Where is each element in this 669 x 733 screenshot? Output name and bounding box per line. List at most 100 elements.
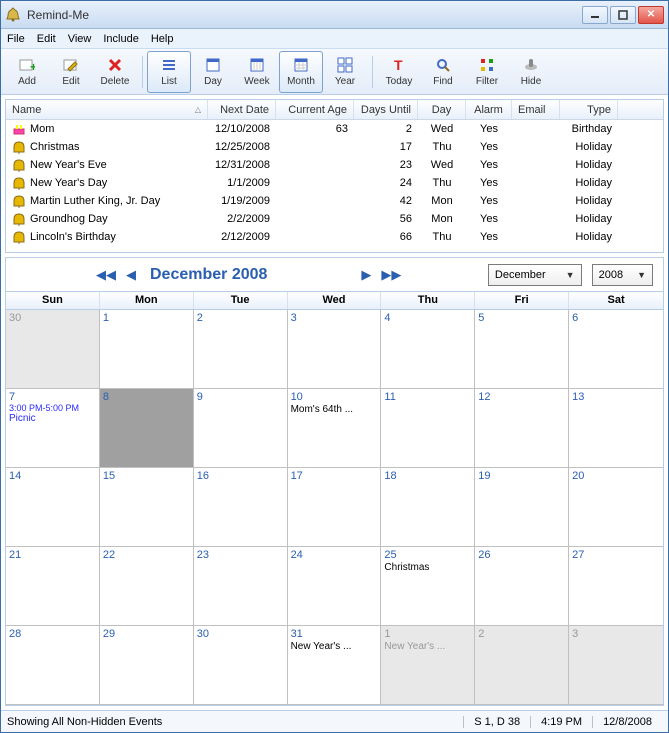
table-row[interactable]: New Year's Eve12/31/200823WedYesHoliday <box>6 156 663 174</box>
calendar-cell[interactable]: 6 <box>569 310 663 389</box>
col-name[interactable]: Name△ <box>6 100 208 119</box>
table-row[interactable]: Mom12/10/2008632WedYesBirthday <box>6 120 663 138</box>
toolbar: +Add Edit Delete List Day Week Month Yea… <box>1 49 668 95</box>
year-select[interactable]: 2008▼ <box>592 264 653 286</box>
col-email[interactable]: Email <box>512 100 560 119</box>
minimize-button[interactable] <box>582 6 608 24</box>
toolbar-separator <box>139 52 145 92</box>
status-time: 4:19 PM <box>530 716 592 728</box>
holiday-icon <box>12 194 26 208</box>
list-view-button[interactable]: List <box>147 51 191 93</box>
menu-include[interactable]: Include <box>103 33 138 45</box>
col-alarm[interactable]: Alarm <box>466 100 512 119</box>
table-row[interactable]: Christmas12/25/200817ThuYesHoliday <box>6 138 663 156</box>
calendar-cell[interactable]: 73:00 PM-5:00 PMPicnic <box>6 389 100 468</box>
find-button[interactable]: Find <box>421 51 465 93</box>
delete-button[interactable]: Delete <box>93 51 137 93</box>
year-icon <box>335 56 355 74</box>
menu-edit[interactable]: Edit <box>37 33 56 45</box>
day-header: Fri <box>475 292 569 309</box>
today-icon: T <box>389 56 409 74</box>
calendar-cell[interactable]: 14 <box>6 468 100 547</box>
calendar-cell[interactable]: 23 <box>194 547 288 626</box>
calendar-cell[interactable]: 3 <box>569 626 663 705</box>
week-view-button[interactable]: Week <box>235 51 279 93</box>
col-days-until[interactable]: Days Until <box>354 100 418 119</box>
calendar-cell[interactable]: 8 <box>100 389 194 468</box>
calendar-cell[interactable]: 18 <box>381 468 475 547</box>
today-button[interactable]: TToday <box>377 51 421 93</box>
calendar-cell[interactable]: 3 <box>288 310 382 389</box>
calendar-cell[interactable]: 1 <box>100 310 194 389</box>
calendar-cell[interactable]: 16 <box>194 468 288 547</box>
plus-icon: + <box>17 56 37 74</box>
window-title: Remind-Me <box>27 8 582 22</box>
calendar-cell[interactable]: 30 <box>6 310 100 389</box>
calendar-cell[interactable]: 5 <box>475 310 569 389</box>
day-header: Sun <box>6 292 100 309</box>
calendar-cell[interactable]: 10Mom's 64th ... <box>288 389 382 468</box>
calendar-cell[interactable]: 17 <box>288 468 382 547</box>
calendar-cell[interactable]: 25Christmas <box>381 547 475 626</box>
calendar-day-headers: SunMonTueWedThuFriSat <box>6 292 663 310</box>
calendar-cell[interactable]: 4 <box>381 310 475 389</box>
col-next-date[interactable]: Next Date <box>208 100 276 119</box>
app-window: Remind-Me ✕ File Edit View Include Help … <box>0 0 669 733</box>
calendar-cell[interactable]: 27 <box>569 547 663 626</box>
prev-year-button[interactable]: ◀◀ <box>96 267 116 283</box>
day-header: Mon <box>100 292 194 309</box>
holiday-icon <box>12 212 26 226</box>
calendar-cell[interactable]: 26 <box>475 547 569 626</box>
menu-view[interactable]: View <box>68 33 92 45</box>
calendar-cell[interactable]: 30 <box>194 626 288 705</box>
calendar-cell[interactable]: 11 <box>381 389 475 468</box>
filter-button[interactable]: Filter <box>465 51 509 93</box>
calendar-cell[interactable]: 19 <box>475 468 569 547</box>
delete-icon <box>105 56 125 74</box>
calendar-cell[interactable]: 15 <box>100 468 194 547</box>
table-row[interactable]: New Year's Day1/1/200924ThuYesHoliday <box>6 174 663 192</box>
col-day[interactable]: Day <box>418 100 466 119</box>
maximize-button[interactable] <box>610 6 636 24</box>
hide-button[interactable]: Hide <box>509 51 553 93</box>
calendar-cell[interactable]: 2 <box>194 310 288 389</box>
month-view-button[interactable]: Month <box>279 51 323 93</box>
col-type[interactable]: Type <box>560 100 618 119</box>
table-row[interactable]: Lincoln's Birthday2/12/200966ThuYesHolid… <box>6 228 663 246</box>
list-icon <box>159 56 179 74</box>
next-month-button[interactable]: ▶ <box>361 267 371 283</box>
svg-text:T: T <box>394 57 403 73</box>
menu-help[interactable]: Help <box>151 33 174 45</box>
calendar-cell[interactable]: 1New Year's ... <box>381 626 475 705</box>
calendar-cell[interactable]: 9 <box>194 389 288 468</box>
sort-indicator-icon: △ <box>195 105 201 114</box>
close-button[interactable]: ✕ <box>638 6 664 24</box>
table-row[interactable]: Martin Luther King, Jr. Day1/19/200942Mo… <box>6 192 663 210</box>
table-row[interactable]: Groundhog Day2/2/200956MonYesHoliday <box>6 210 663 228</box>
calendar-cell[interactable]: 13 <box>569 389 663 468</box>
event-list: Name△ Next Date Current Age Days Until D… <box>5 99 664 253</box>
col-current-age[interactable]: Current Age <box>276 100 354 119</box>
calendar-cell[interactable]: 12 <box>475 389 569 468</box>
calendar-cell[interactable]: 24 <box>288 547 382 626</box>
calendar-cell[interactable]: 21 <box>6 547 100 626</box>
calendar-cell[interactable]: 31New Year's ... <box>288 626 382 705</box>
add-button[interactable]: +Add <box>5 51 49 93</box>
month-select[interactable]: December▼ <box>488 264 582 286</box>
menu-file[interactable]: File <box>7 33 25 45</box>
find-icon <box>433 56 453 74</box>
calendar-cell[interactable]: 2 <box>475 626 569 705</box>
calendar-cell[interactable]: 29 <box>100 626 194 705</box>
year-view-button[interactable]: Year <box>323 51 367 93</box>
day-view-button[interactable]: Day <box>191 51 235 93</box>
list-header: Name△ Next Date Current Age Days Until D… <box>6 100 663 120</box>
list-body[interactable]: Mom12/10/2008632WedYesBirthdayChristmas1… <box>6 120 663 252</box>
prev-month-button[interactable]: ◀ <box>126 267 136 283</box>
calendar-cell[interactable]: 20 <box>569 468 663 547</box>
calendar-cell[interactable]: 22 <box>100 547 194 626</box>
edit-button[interactable]: Edit <box>49 51 93 93</box>
chevron-down-icon: ▼ <box>637 270 646 280</box>
next-year-button[interactable]: ▶▶ <box>381 267 401 283</box>
calendar-cell[interactable]: 28 <box>6 626 100 705</box>
calendar-nav: ◀◀ ◀ December 2008 ▶ ▶▶ December▼ 2008▼ <box>6 258 663 292</box>
